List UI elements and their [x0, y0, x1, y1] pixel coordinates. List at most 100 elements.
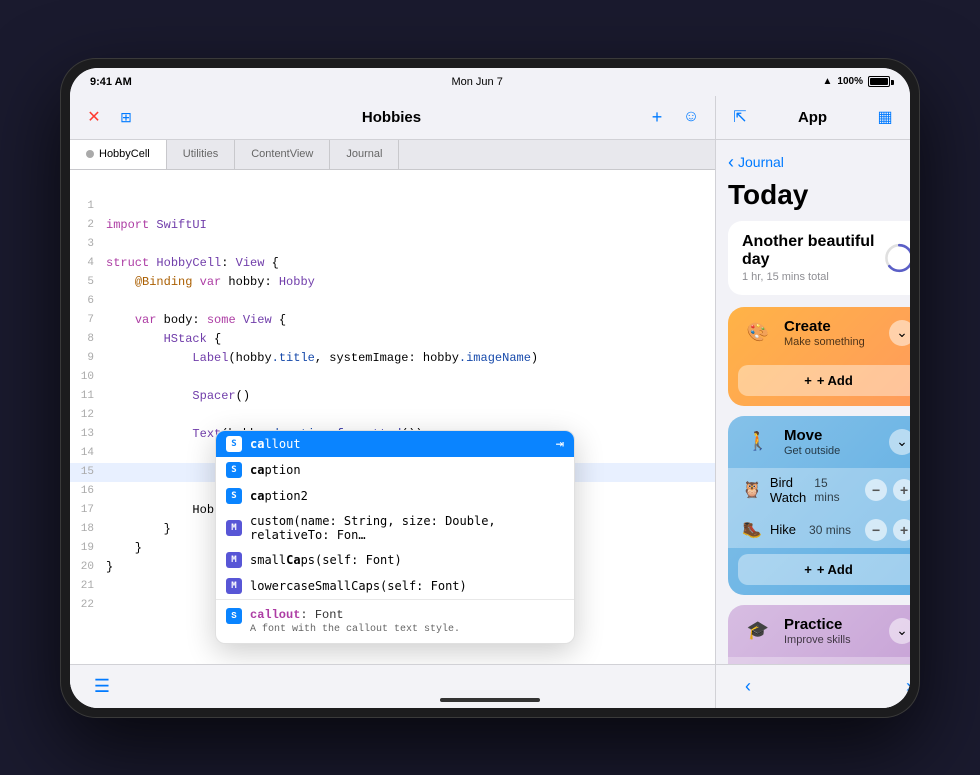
- category-name-practice: Practice: [784, 616, 851, 633]
- code-line: 8 HStack {: [70, 330, 715, 349]
- tab-hobbycell[interactable]: HobbyCell: [70, 140, 167, 169]
- category-info-practice: Practice Improve skills: [784, 616, 851, 646]
- category-name-move: Move: [784, 427, 840, 444]
- xcode-panel: ✕ ⊞ Hobbies + ☺ HobbyCell: [70, 96, 715, 708]
- code-line: 5 @Binding var hobby: Hobby: [70, 273, 715, 292]
- decrement-birdwatch[interactable]: −: [865, 479, 887, 501]
- code-line: 1: [70, 197, 715, 216]
- ac-item-text: lowercaseSmallCaps(self: Font): [250, 579, 564, 593]
- ac-desc-content: callout: Font A font with the callout te…: [250, 608, 460, 635]
- increment-hike[interactable]: +: [893, 519, 910, 541]
- journal-content[interactable]: ‹ Journal ♡ Today Another beautiful day …: [716, 140, 910, 664]
- ac-desc-subtitle: A font with the callout text style.: [250, 624, 460, 635]
- category-sub-practice: Improve skills: [784, 634, 851, 646]
- category-card-practice: 🎓 Practice Improve skills ⌄ 🦋 Develop: [728, 605, 910, 664]
- tab-journal[interactable]: Journal: [330, 140, 399, 169]
- sidebar-toggle-button[interactable]: ⊞: [114, 105, 138, 129]
- category-header-left-move: 🚶 Move Get outside: [742, 426, 840, 458]
- activity-row-develop: 🦋 Develop 30 mins − +: [728, 657, 910, 664]
- code-line: [70, 178, 715, 197]
- add-label: + Add: [817, 373, 853, 388]
- progress-ring: [883, 239, 910, 277]
- autocomplete-item-lowercase[interactable]: M lowercaseSmallCaps(self: Font): [216, 573, 574, 599]
- emoji-button[interactable]: ☺: [679, 105, 703, 129]
- code-line: 9 Label(hobby.title, systemImage: hobby.…: [70, 349, 715, 368]
- ac-badge-s: S: [226, 488, 242, 504]
- code-line: 6: [70, 292, 715, 311]
- add-create-button[interactable]: + + Add: [738, 365, 910, 396]
- code-line: 11 Spacer(): [70, 387, 715, 406]
- ac-item-text: caption2: [250, 489, 564, 503]
- status-time: 9:41 AM: [90, 76, 132, 88]
- today-heading: Today: [728, 179, 910, 211]
- increment-birdwatch[interactable]: +: [893, 479, 910, 501]
- category-info: Create Make something: [784, 318, 865, 348]
- category-header-left-practice: 🎓 Practice Improve skills: [742, 615, 851, 647]
- app-switcher-icon: ⇱: [728, 105, 752, 129]
- tab-contentview[interactable]: ContentView: [235, 140, 330, 169]
- status-date: Mon Jun 7: [451, 76, 502, 88]
- activity-row-hike: 🥾 Hike 30 mins − +: [728, 512, 910, 548]
- hike-time: 30 mins: [809, 523, 851, 537]
- chevron-create[interactable]: ⌄: [889, 320, 910, 346]
- ac-badge-m: M: [226, 578, 242, 594]
- autocomplete-item-custom[interactable]: M custom(name: String, size: Double, rel…: [216, 509, 574, 547]
- add-file-button[interactable]: +: [645, 105, 669, 129]
- ac-arrow-icon: ⇥: [556, 436, 564, 452]
- hike-name: Hike: [770, 522, 801, 537]
- code-line: 7 var body: some View {: [70, 311, 715, 330]
- tab-dot: [86, 150, 94, 158]
- back-label: Journal: [738, 154, 784, 170]
- ac-description: S callout: Font A font with the callout …: [216, 599, 574, 643]
- chevron-practice[interactable]: ⌄: [889, 618, 910, 644]
- home-indicator: [440, 698, 540, 702]
- code-line: 3: [70, 235, 715, 254]
- hike-icon: 🥾: [742, 520, 762, 540]
- code-line: 2import SwiftUI: [70, 216, 715, 235]
- code-line: 4struct HobbyCell: View {: [70, 254, 715, 273]
- ac-badge-m: M: [226, 552, 242, 568]
- ac-badge-s: S: [226, 436, 242, 452]
- back-nav[interactable]: ‹ Journal ♡: [728, 152, 910, 173]
- prev-page-button[interactable]: ‹: [732, 670, 764, 702]
- decrement-hike[interactable]: −: [865, 519, 887, 541]
- add-move-label: + Add: [817, 562, 853, 577]
- chevron-move[interactable]: ⌄: [889, 429, 910, 455]
- autocomplete-item-callout[interactable]: S callout ⇥: [216, 431, 574, 457]
- tab-utilities[interactable]: Utilities: [167, 140, 235, 169]
- category-sub-move: Get outside: [784, 445, 840, 457]
- ac-badge-s: S: [226, 462, 242, 478]
- next-page-button[interactable]: ›: [893, 670, 910, 702]
- grid-icon[interactable]: ⊟: [905, 105, 910, 129]
- battery-label: 100%: [837, 76, 863, 87]
- autocomplete-item-caption2[interactable]: S caption2: [216, 483, 574, 509]
- category-header-practice: 🎓 Practice Improve skills ⌄: [728, 605, 910, 657]
- autocomplete-item-smallcaps[interactable]: M smallCaps(self: Font): [216, 547, 574, 573]
- bird-watch-time: 15 mins: [814, 476, 851, 504]
- bar-chart-icon[interactable]: ▦: [873, 105, 897, 129]
- autocomplete-popup: S callout ⇥ S caption S caption2: [215, 430, 575, 644]
- xcode-bottom-nav: ☰: [70, 664, 715, 708]
- ac-desc-badge: S: [226, 608, 242, 624]
- category-icon-practice: 🎓: [742, 615, 774, 647]
- autocomplete-item-caption[interactable]: S caption: [216, 457, 574, 483]
- category-icon-move: 🚶: [742, 426, 774, 458]
- activity-row-birdwatch: 🦉 Bird Watch 15 mins − +: [728, 468, 910, 512]
- close-button[interactable]: ✕: [82, 105, 106, 129]
- status-right: ▲ 100%: [823, 76, 890, 87]
- bird-watch-icon: 🦉: [742, 480, 762, 500]
- xcode-list-button[interactable]: ☰: [86, 670, 118, 702]
- category-name-create: Create: [784, 318, 865, 335]
- battery-icon: [868, 76, 890, 87]
- add-move-button[interactable]: + + Add: [738, 554, 910, 585]
- category-card-create: 🎨 Create Make something ⌄ + + Add: [728, 307, 910, 406]
- summary-card: Another beautiful day 1 hr, 15 mins tota…: [728, 221, 910, 295]
- journal-panel: ⇱ App ▦ ⊟ ‹ Journal ♡ Today: [715, 96, 910, 708]
- category-sub-create: Make something: [784, 336, 865, 348]
- toolbar-right: + ☺: [645, 105, 703, 129]
- wifi-icon: ▲: [823, 76, 833, 87]
- ac-item-text: custom(name: String, size: Double, relat…: [250, 514, 564, 542]
- back-chevron-icon: ‹: [728, 152, 734, 173]
- ac-item-text: callout: [250, 437, 548, 451]
- code-editor[interactable]: 1 2import SwiftUI 3 4struct HobbyCell: V…: [70, 170, 715, 664]
